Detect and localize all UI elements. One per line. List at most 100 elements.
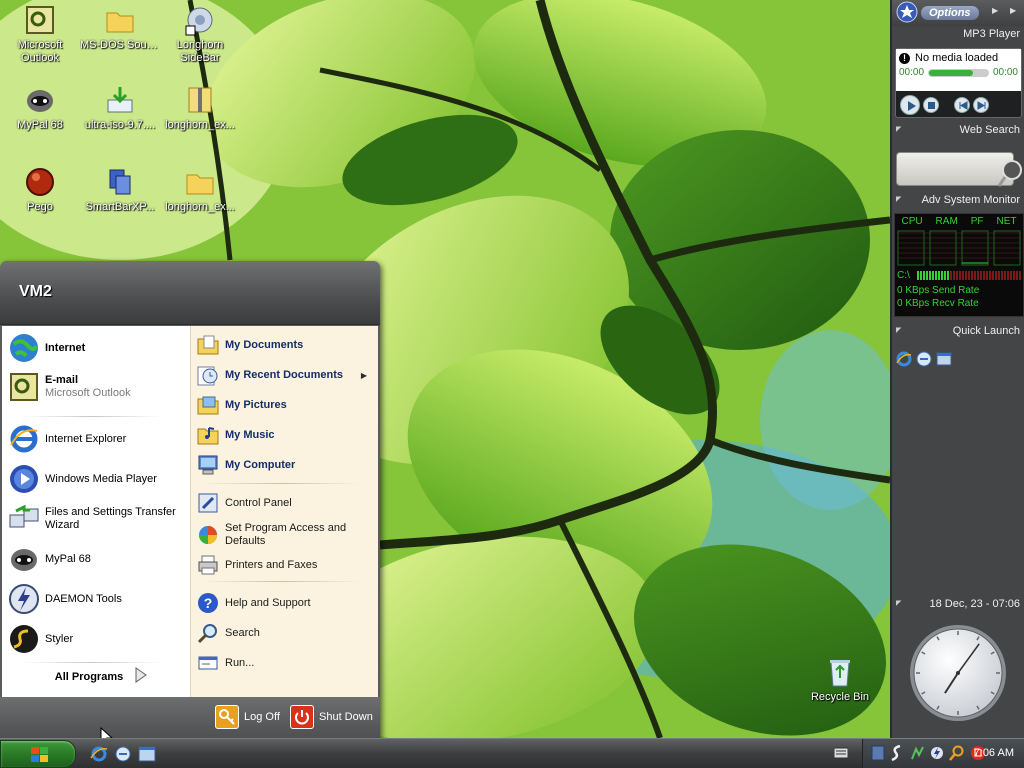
internet-explorer-icon xyxy=(8,423,40,455)
menu-item-label: Search xyxy=(225,627,260,639)
collapse-triangle-icon[interactable]: ◤ xyxy=(896,125,901,133)
menu-item-windows-media-player[interactable]: Windows Media Player xyxy=(8,463,186,495)
menu-item-label: My Music xyxy=(225,429,275,441)
user-name: VM2 xyxy=(19,283,52,300)
desktop-icon-longhorn-ex-1[interactable]: longhorn_ex... xyxy=(160,84,240,132)
options-button[interactable]: Options xyxy=(896,1,986,24)
all-programs-button[interactable]: All Programs xyxy=(32,666,172,687)
menu-item-my-recent-documents[interactable]: My Recent Documents ▶ xyxy=(197,364,373,386)
mp3-progress-bar[interactable] xyxy=(928,68,989,77)
globe-icon xyxy=(8,332,40,364)
network-rates: 0 KBps Send Rate 0 KBps Recv Rate xyxy=(895,284,1023,310)
show-desktop-icon[interactable] xyxy=(936,351,952,370)
red-ball-icon xyxy=(24,166,56,198)
menu-item-styler[interactable]: Styler xyxy=(8,623,186,655)
desktop-icon-longhorn-sidebar[interactable]: Longhorn SideBar xyxy=(160,4,240,65)
recycle-bin-icon xyxy=(824,656,856,688)
menu-item-my-music[interactable]: My Music xyxy=(197,424,373,446)
menu-item-label: Files and Settings Transfer Wizard xyxy=(45,506,176,531)
pf-label: PF xyxy=(970,216,984,227)
desktop-icon-ms-dos-source[interactable]: MS-DOS Source xyxy=(80,4,160,52)
menu-item-search[interactable]: Search xyxy=(197,622,373,644)
menu-item-my-computer[interactable]: My Computer xyxy=(197,454,373,476)
menu-separator xyxy=(201,483,361,484)
tile-title-label: Quick Launch xyxy=(952,325,1020,337)
transfer-wizard-icon xyxy=(8,503,40,535)
collapse-triangle-icon[interactable]: ◤ xyxy=(896,326,901,334)
shut-down-button[interactable]: Shut Down xyxy=(290,705,373,729)
menu-item-mypal[interactable]: MyPal 68 xyxy=(8,543,186,575)
menu-item-printers-faxes[interactable]: Printers and Faxes xyxy=(197,554,373,576)
menu-item-internet-explorer[interactable]: Internet Explorer xyxy=(8,423,186,455)
ram-label: RAM xyxy=(935,216,958,227)
sidebar-app-icon xyxy=(184,4,216,36)
mp3-player-tile: ! No media loaded 00:00 00:00 xyxy=(895,48,1022,118)
outlook-express-icon[interactable] xyxy=(916,351,932,370)
log-off-label: Log Off xyxy=(244,711,280,723)
collapse-triangle-icon[interactable]: ◤ xyxy=(896,599,901,607)
options-label: Options xyxy=(921,6,979,20)
menu-item-label: Styler xyxy=(45,632,74,645)
keyboard-icon[interactable] xyxy=(833,747,849,762)
stop-button[interactable] xyxy=(923,97,939,113)
system-tray: 7:06 AM xyxy=(862,739,1024,768)
taskbar-quick-launch xyxy=(90,745,156,766)
menu-item-my-pictures[interactable]: My Pictures xyxy=(197,394,373,416)
run-icon xyxy=(197,652,219,674)
menu-item-label: MyPal 68 xyxy=(45,552,91,565)
menu-item-email[interactable]: E-mail Microsoft Outlook xyxy=(8,371,186,403)
styler-tray-icon[interactable] xyxy=(890,744,904,764)
internet-explorer-icon[interactable] xyxy=(896,351,912,370)
system-monitor-tile: CPU RAM PF NET C:\ 0 KBps Send Rate 0 KB xyxy=(894,213,1024,317)
web-search-input[interactable] xyxy=(896,152,1014,186)
menu-item-control-panel[interactable]: Control Panel xyxy=(197,492,373,514)
menu-separator xyxy=(201,581,361,582)
desktop-icon-ultra-iso[interactable]: ultra-iso-9.7.... xyxy=(80,84,160,132)
menu-item-my-documents[interactable]: My Documents xyxy=(197,334,373,356)
search-tray-icon[interactable] xyxy=(949,745,965,764)
desktop-icon-mypal[interactable]: MyPal 68 xyxy=(0,84,80,132)
menu-item-label: My Computer xyxy=(225,459,296,471)
desktop-icon-longhorn-ex-2[interactable]: longhorn_ex... xyxy=(160,166,240,214)
sidebar-tray-icon[interactable] xyxy=(871,745,885,764)
desktop-icon-pego[interactable]: Pego xyxy=(0,166,80,214)
daemon-tools-icon xyxy=(8,583,40,615)
tile-title-label: MP3 Player xyxy=(963,28,1020,40)
show-desktop-icon[interactable] xyxy=(138,745,156,766)
play-button[interactable] xyxy=(900,95,920,115)
log-off-button[interactable]: Log Off xyxy=(215,705,280,729)
start-button[interactable] xyxy=(0,740,76,768)
desktop-icon-smartbarxp[interactable]: SmartBarXP... xyxy=(80,166,160,214)
daemon-tray-icon[interactable] xyxy=(930,745,944,764)
cpu-label: CPU xyxy=(901,216,923,227)
network-tray-icon[interactable] xyxy=(909,745,925,764)
system-monitor-title: ◤ Adv System Monitor xyxy=(892,194,1024,210)
menu-item-help-support[interactable]: ? Help and Support xyxy=(197,592,373,614)
printer-icon xyxy=(197,554,219,576)
collapse-triangle-icon[interactable]: ◤ xyxy=(896,195,901,203)
next-track-button[interactable] xyxy=(973,97,989,113)
desktop-icon-microsoft-outlook[interactable]: Microsoft Outlook xyxy=(0,4,80,65)
desktop-icon-label: ultra-iso-9.7.... xyxy=(84,119,156,131)
menu-item-run[interactable]: Run... xyxy=(197,652,373,674)
menu-item-files-settings-transfer[interactable]: Files and Settings Transfer Wizard xyxy=(8,503,186,535)
menu-item-label: Windows Media Player xyxy=(45,472,157,485)
desktop-icon-label: Longhorn SideBar xyxy=(176,39,224,64)
taskbar-clock[interactable]: 7:06 AM xyxy=(974,747,1014,759)
previous-track-button[interactable] xyxy=(954,97,970,113)
menu-item-label: Run... xyxy=(225,657,255,669)
sidebar-expand-icon[interactable]: ▶ xyxy=(1010,6,1016,15)
key-icon xyxy=(215,705,239,729)
desktop-icon-label: longhorn_ex... xyxy=(165,119,235,131)
search-magnifier-icon[interactable] xyxy=(997,158,1024,191)
menu-separator xyxy=(22,662,162,663)
outlook-express-icon[interactable] xyxy=(114,745,132,766)
menu-item-daemon-tools[interactable]: DAEMON Tools xyxy=(8,583,186,615)
sidebar-scroll-right-icon[interactable]: ▶ xyxy=(992,6,998,15)
menu-item-internet[interactable]: Internet xyxy=(8,332,186,364)
desktop-icon-recycle-bin[interactable]: Recycle Bin xyxy=(800,656,880,704)
monitor-graphs xyxy=(897,230,1021,266)
monitor-columns: CPU RAM PF NET xyxy=(895,214,1023,227)
internet-explorer-icon[interactable] xyxy=(90,745,108,766)
menu-item-set-program-access[interactable]: Set Program Access and Defaults xyxy=(197,522,373,548)
